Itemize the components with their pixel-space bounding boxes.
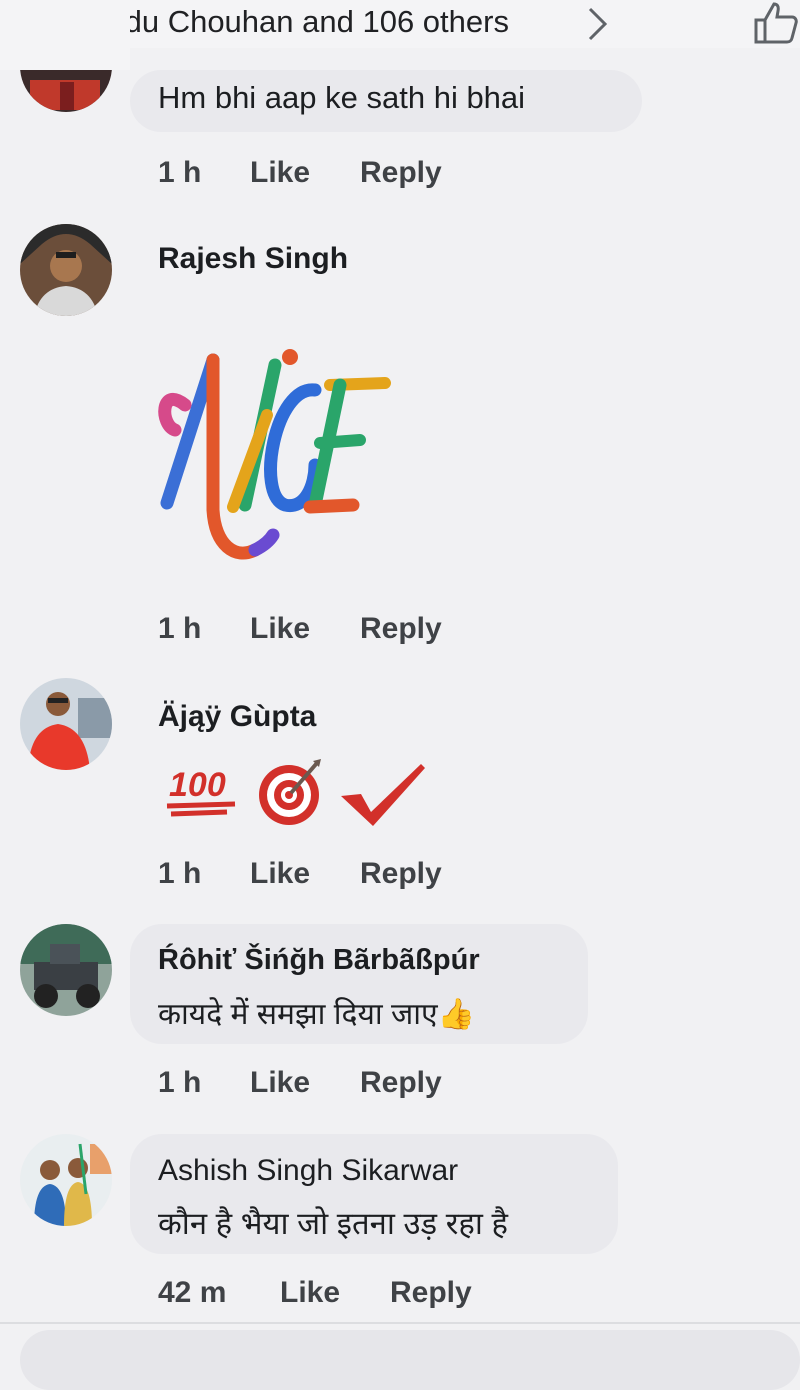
comment-time: 42 m — [158, 1276, 227, 1309]
comment-text: कायदे में समझा दिया जाए👍 — [158, 998, 475, 1031]
target-icon — [259, 759, 321, 825]
comment-text: कौन है भैया जो इतना उड़ रहा है — [158, 1206, 508, 1241]
chevron-right-icon[interactable] — [586, 6, 610, 42]
comment-meta: 1 h Like Reply — [158, 857, 558, 893]
commenter-name[interactable]: Ashish Singh Sikarwar — [158, 1154, 458, 1188]
comment-text: Hm bhi aap ke sath hi bhai — [158, 80, 526, 115]
comment-time: 1 h — [158, 156, 202, 189]
comment-time: 1 h — [158, 857, 202, 890]
like-button[interactable]: Like — [250, 857, 310, 891]
reply-button[interactable]: Reply — [360, 156, 442, 190]
comment-meta: 42 m Like Reply — [158, 1276, 558, 1312]
like-button[interactable]: Like — [250, 156, 310, 190]
comment-composer[interactable] — [20, 1330, 800, 1390]
commenter-name[interactable]: Äjąÿ Gùpta — [158, 700, 316, 734]
check-mark-icon — [341, 764, 425, 826]
comment-meta: 1 h Like Reply — [158, 156, 558, 192]
comment-bubble[interactable]: Ŕôhiť Šińğh Bãrbãßpúr कायदे में समझा दिय… — [130, 924, 588, 1044]
reply-button[interactable]: Reply — [390, 1276, 472, 1310]
emoji-row: 100 — [165, 755, 445, 830]
comment-meta: 1 h Like Reply — [158, 1066, 558, 1102]
commenter-name[interactable]: Ŕôhiť Šińğh Bãrbãßpúr — [158, 944, 480, 977]
svg-text:100: 100 — [169, 766, 226, 804]
avatar[interactable] — [20, 224, 112, 316]
reply-button[interactable]: Reply — [360, 857, 442, 891]
like-button[interactable]: Like — [250, 1066, 310, 1100]
comment-meta: 1 h Like Reply — [158, 612, 558, 648]
nice-sticker[interactable] — [155, 345, 395, 570]
comment-bubble[interactable]: Hm bhi aap ke sath hi bhai — [130, 70, 642, 132]
like-button[interactable]: Like — [280, 1276, 340, 1310]
avatar[interactable] — [20, 678, 112, 770]
divider — [0, 1322, 800, 1324]
commenter-name[interactable]: Rajesh Singh — [158, 242, 348, 276]
avatar[interactable] — [20, 1134, 112, 1226]
like-outline-icon[interactable] — [752, 0, 800, 44]
comment-bubble[interactable]: Ashish Singh Sikarwar कौन है भैया जो इतन… — [130, 1134, 618, 1254]
reply-button[interactable]: Reply — [360, 1066, 442, 1100]
comment-time: 1 h — [158, 612, 202, 645]
like-button[interactable]: Like — [250, 612, 310, 646]
hundred-points-icon: 100 — [166, 766, 236, 817]
reply-button[interactable]: Reply — [360, 612, 442, 646]
comment-time: 1 h — [158, 1066, 202, 1099]
avatar[interactable] — [20, 924, 112, 1016]
reactors-summary[interactable]: Guddu Chouhan and 106 others — [66, 4, 509, 40]
